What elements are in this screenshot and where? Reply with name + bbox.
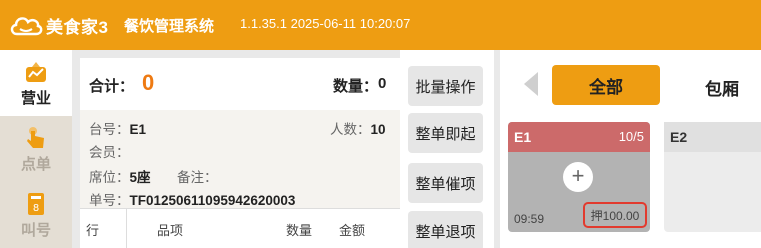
order-items-header: 行 品项 数量 金额: [80, 208, 400, 248]
top-bar: 美食家3 餐饮管理系统 1.1.35.1 2025-06-11 10:20:07: [0, 0, 761, 50]
app-title: 餐饮管理系统: [124, 18, 215, 35]
table-card-header: E2: [664, 122, 761, 152]
guest-count-label: 人数：: [330, 122, 371, 137]
seat-label: 席位：: [89, 170, 130, 185]
sidebar: 营业 点单 8 叫号: [0, 50, 72, 248]
scroll-left-arrow-icon[interactable]: [524, 72, 538, 96]
member-label: 会员：: [89, 145, 130, 160]
start-all-button[interactable]: 整单即起: [408, 113, 483, 153]
quantity-label: 数量：: [333, 78, 379, 95]
number-ticket-icon: 8: [28, 192, 44, 215]
order-number-label: 单号：: [89, 193, 130, 208]
sidebar-item-label: 营业: [20, 89, 51, 107]
version-text: 1.1.35.1 2025-06-11 10:20:07: [240, 16, 411, 31]
total-value: 0: [142, 70, 155, 95]
chart-icon: [26, 61, 46, 82]
table-card-e2[interactable]: E2: [664, 122, 761, 232]
sidebar-item-business[interactable]: 营业: [0, 50, 72, 116]
column-header-quantity: 数量: [286, 223, 313, 238]
seat-row: 席位：5座: [89, 166, 151, 186]
tab-all[interactable]: 全部: [552, 65, 660, 105]
table-guest-ratio: 10/5: [618, 129, 644, 144]
order-info: 台号：E1 人数：10 会员： 席位：5座 备注： 单号：TF012506110…: [80, 110, 400, 208]
table-card-e1[interactable]: E1 10/5 + 09:59 押100.00: [508, 122, 650, 232]
cloud-icon: [10, 17, 43, 36]
action-column: 批量操作 整单即起 整单催项 整单退项: [400, 50, 494, 248]
quantity-value: 0: [378, 75, 387, 92]
table-number-label: 台号：: [89, 122, 130, 137]
table-name: E1: [514, 129, 532, 145]
column-header-item: 品项: [157, 223, 184, 238]
table-name: E2: [670, 129, 688, 145]
note-label: 备注：: [177, 170, 218, 185]
order-number-value: TF01250611095942620003: [129, 193, 296, 208]
order-panel: 合计： 0 数量： 0 台号：E1 人数：10 会员： 席位：5座 备注： 单号…: [80, 58, 400, 248]
deposit-badge: 押100.00: [583, 202, 647, 228]
sidebar-item-label: 叫号: [20, 221, 51, 239]
hand-pointer-icon: [27, 126, 44, 148]
guest-count-value: 10: [370, 122, 386, 137]
order-totals: 合计： 0 数量： 0: [80, 58, 400, 110]
add-icon[interactable]: +: [563, 162, 593, 192]
batch-operation-button[interactable]: 批量操作: [408, 66, 483, 106]
sidebar-item-label: 点单: [20, 155, 51, 173]
seat-value: 5座: [129, 170, 151, 185]
sidebar-item-order[interactable]: 点单: [0, 116, 72, 182]
member-row: 会员：: [89, 141, 130, 161]
table-card-header: E1 10/5: [508, 122, 650, 152]
column-header-line: 行: [86, 223, 100, 238]
rush-all-button[interactable]: 整单催项: [408, 163, 483, 203]
brand-name: 美食家3: [46, 17, 109, 37]
table-time: 09:59: [514, 212, 545, 226]
return-all-button[interactable]: 整单退项: [408, 211, 483, 248]
column-header-amount: 金额: [339, 223, 366, 238]
column-divider: [126, 209, 127, 248]
guest-count-row: 人数：10: [330, 118, 386, 138]
total-label: 合计：: [89, 78, 135, 95]
brand-logo: 美食家3: [8, 12, 108, 38]
svg-text:8: 8: [33, 203, 39, 214]
table-area: 全部 包厢 E1 10/5 + 09:59 押100.00 E2: [500, 50, 761, 248]
sidebar-item-call-number[interactable]: 8 叫号: [0, 182, 72, 248]
table-number-value: E1: [129, 122, 147, 137]
tab-private-room[interactable]: 包厢: [705, 75, 739, 100]
order-number-row: 单号：TF01250611095942620003: [89, 189, 295, 209]
table-number-row: 台号：E1: [89, 118, 146, 138]
note-row: 备注：: [177, 166, 218, 186]
